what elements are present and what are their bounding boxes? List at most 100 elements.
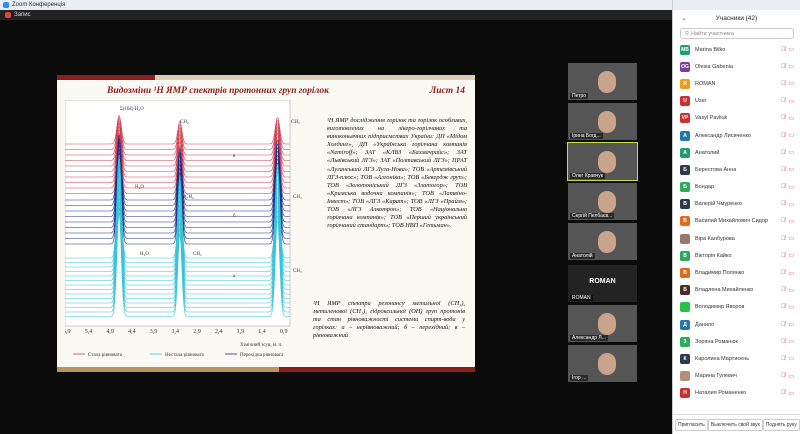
participant-video (598, 191, 616, 213)
x-tick-label: 3,4 (172, 329, 180, 335)
participant-name: Марина Гулевич (695, 373, 737, 380)
video-off-icon[interactable]: ▭ (788, 390, 794, 397)
video-off-icon[interactable]: ▭ (788, 373, 794, 380)
participant-item[interactable]: A Александр Лисиченко 🎙̸ ▭ (673, 127, 800, 144)
muted-mic-icon[interactable]: 🎙̸ (781, 236, 786, 242)
video-icon[interactable]: ▭ (788, 201, 794, 208)
muted-mic-icon[interactable]: 🎙̸ (781, 81, 786, 87)
video-icon[interactable]: ▭ (788, 46, 794, 53)
muted-mic-icon[interactable]: 🎙̸ (781, 47, 786, 53)
x-tick-label: 2,9 (193, 329, 201, 335)
mute-self-button[interactable]: Выключить свой звук (707, 418, 763, 431)
video-icon[interactable]: ▭ (788, 63, 794, 70)
avatar: VP (680, 113, 690, 124)
participant-name: Валерій Чмуренко (695, 201, 742, 208)
participant-video (598, 231, 616, 253)
participant-item[interactable]: В Владимир Полянко 🎙̸ ▭ (673, 264, 800, 281)
muted-mic-icon[interactable]: 🎙̸ (781, 356, 786, 362)
muted-mic-icon[interactable]: 🎙̸ (781, 115, 786, 121)
video-off-icon[interactable]: ▭ (788, 252, 794, 259)
muted-mic-icon[interactable]: 🎙̸ (781, 167, 786, 173)
video-off-icon[interactable]: ▭ (788, 166, 794, 173)
video-icon[interactable]: ▭ (788, 338, 794, 345)
video-off-icon[interactable]: ▭ (788, 184, 794, 191)
raise-hand-button[interactable]: Поднять руку (762, 418, 800, 431)
participant-item[interactable]: U User 🎙̸ ▭ (673, 93, 800, 110)
participant-item[interactable]: OG Olesia Gabenia 🎙̸ ▭ (673, 58, 800, 75)
participant-item[interactable]: З Зоряна Романюк 🎙̸ ▭ (673, 333, 800, 350)
video-tile[interactable]: Олег Кравчук (567, 142, 638, 181)
participant-item[interactable]: В Валерій Чмуренко 🎙̸ ▭ (673, 196, 800, 213)
peak-label: Σ(OH) H₂O (120, 107, 144, 112)
video-icon[interactable]: ▭ (788, 132, 794, 139)
recording-label[interactable]: Запис (14, 12, 31, 18)
participant-item[interactable]: Б Берестова Анна 🎙̸ ▭ (673, 161, 800, 178)
muted-mic-icon[interactable]: 🎙̸ (781, 339, 786, 345)
muted-mic-icon[interactable]: 🎙̸ (781, 373, 786, 379)
muted-mic-icon[interactable]: 🎙̸ (781, 64, 786, 70)
muted-mic-icon[interactable]: 🎙̸ (781, 201, 786, 207)
video-off-icon[interactable]: ▭ (788, 235, 794, 242)
legend-label: Перехідна рівновага (240, 353, 284, 358)
participant-item[interactable]: MB Marina Bilko 🎙̸ ▭ (673, 41, 800, 58)
video-tile[interactable]: Ірина Богд... (568, 103, 637, 140)
video-tile[interactable]: Александр Л... (568, 305, 637, 342)
video-tile-name: Сергій Пелбаєв... (570, 213, 615, 219)
participant-name: Vasyl Pavliuk (695, 115, 728, 122)
participant-item[interactable]: A Анатолий 🎙̸ ▭ (673, 144, 800, 161)
video-off-icon[interactable]: ▭ (788, 218, 794, 225)
video-tile-name: Олег Кравчук (570, 173, 605, 179)
muted-mic-icon[interactable]: 🎙̸ (781, 150, 786, 156)
muted-mic-icon[interactable]: 🎙̸ (781, 253, 786, 259)
participant-video (598, 71, 616, 93)
muted-mic-icon[interactable]: 🎙̸ (781, 218, 786, 224)
participant-item[interactable]: В Василий Михайлович Сидор 🎙̸ ▭ (673, 213, 800, 230)
muted-mic-icon[interactable]: 🎙̸ (781, 287, 786, 293)
participant-item[interactable]: R ROMAN 🎙̸ ▭ (673, 75, 800, 92)
participant-item[interactable]: В Вікторія Кайко 🎙̸ ▭ (673, 247, 800, 264)
video-tile[interactable]: Сергій Пелбаєв... (568, 183, 637, 220)
muted-mic-icon[interactable]: 🎙̸ (781, 133, 786, 139)
muted-mic-icon[interactable]: 🎙̸ (781, 322, 786, 328)
muted-mic-icon[interactable]: 🎙̸ (781, 390, 786, 396)
video-off-icon[interactable]: ▭ (788, 98, 794, 105)
muted-mic-icon[interactable]: 🎙̸ (781, 304, 786, 310)
participant-item[interactable]: Марина Гулевич 🎙̸ ▭ (673, 368, 800, 385)
video-off-icon[interactable]: ▭ (788, 287, 794, 294)
participant-item[interactable]: Віра Калбурова 🎙̸ ▭ (673, 230, 800, 247)
collapse-icon[interactable]: ⌄ (681, 14, 687, 22)
slide-decor-bar (57, 367, 279, 372)
video-tile[interactable]: ROMAN ROMAN (568, 265, 637, 302)
avatar (680, 302, 690, 313)
avatar: Н (680, 388, 690, 399)
video-icon[interactable]: ▭ (788, 149, 794, 156)
avatar: Б (680, 182, 690, 193)
invite-button[interactable]: Пригласить (675, 418, 708, 431)
video-tile[interactable]: Петро (568, 63, 637, 100)
muted-mic-icon[interactable]: 🎙̸ (781, 98, 786, 104)
participant-name: Данило (695, 321, 715, 328)
participant-item[interactable]: Д Данило 🎙̸ ▭ (673, 316, 800, 333)
participant-item[interactable]: VP Vasyl Pavliuk 🎙̸ ▭ (673, 110, 800, 127)
participant-item[interactable]: Б Бондар 🎙̸ ▭ (673, 179, 800, 196)
video-off-icon[interactable]: ▭ (788, 80, 794, 87)
video-off-icon[interactable]: ▭ (788, 115, 794, 122)
video-off-icon[interactable]: ▭ (788, 270, 794, 277)
participant-item[interactable]: Н Наталия Романенко 🎙̸ ▭ (673, 385, 800, 402)
slide-decor-bar (279, 367, 475, 372)
muted-mic-icon[interactable]: 🎙̸ (781, 184, 786, 190)
participant-item[interactable]: В Владлена Михайленко 🎙̸ ▭ (673, 282, 800, 299)
participant-item[interactable]: К Каролина Мартисень 🎙̸ ▭ (673, 350, 800, 367)
x-tick-label: 5,4 (85, 329, 93, 335)
participant-search-input[interactable]: ⚲ Найти участника (680, 28, 794, 39)
muted-mic-icon[interactable]: 🎙̸ (781, 270, 786, 276)
video-icon[interactable]: ▭ (788, 355, 794, 362)
video-off-icon[interactable]: ▭ (788, 321, 794, 328)
participant-item[interactable]: Володимир Яворов 🎙̸ ▭ (673, 299, 800, 316)
video-off-icon[interactable]: ▭ (788, 304, 794, 311)
avatar: В (680, 216, 690, 227)
avatar: В (680, 285, 690, 296)
peak-label: H₂O (140, 252, 149, 257)
video-tile[interactable]: Анатолій (568, 223, 637, 260)
video-tile[interactable]: Ігор ... (568, 345, 637, 382)
